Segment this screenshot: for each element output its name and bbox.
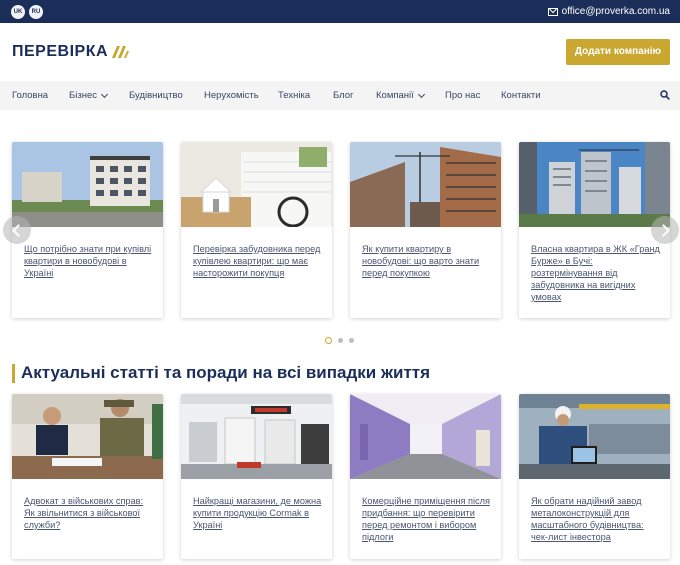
site-logo[interactable]: ПЕРЕВІРКА: [12, 43, 130, 61]
email-link[interactable]: office@proverka.com.ua: [547, 5, 670, 19]
slider-dot[interactable]: [325, 337, 332, 344]
slider-pagination: [325, 337, 354, 344]
nav-item-construction[interactable]: Будівництво: [129, 81, 183, 110]
article-image: [350, 394, 501, 479]
slider-card[interactable]: Як купити квартиру в новобудові: що варт…: [350, 142, 501, 318]
search-icon[interactable]: [660, 90, 670, 100]
nav-item-home[interactable]: Головна: [12, 81, 48, 110]
article-card[interactable]: Комерційне приміщення після придбання: щ…: [350, 394, 501, 559]
article-title[interactable]: Як обрати надійний завод металоконструкц…: [531, 495, 662, 543]
article-card[interactable]: Найкращі магазини, де можна купити проду…: [181, 394, 332, 559]
article-image: [519, 142, 670, 227]
nav-item-machinery[interactable]: Техніка: [278, 81, 310, 110]
nav-item-contacts[interactable]: Контакти: [501, 81, 541, 110]
article-title[interactable]: Найкращі магазини, де можна купити проду…: [193, 495, 324, 531]
nav-label: Компанії: [376, 90, 414, 101]
nav-label: Техніка: [278, 90, 311, 101]
top-bar: UK RU office@proverka.com.ua: [0, 0, 680, 23]
article-card[interactable]: Як обрати надійний завод металоконструкц…: [519, 394, 670, 559]
language-ru-button[interactable]: RU: [29, 5, 43, 19]
slider-prev-button[interactable]: [3, 216, 31, 244]
slider-card[interactable]: Що потрібно знати при купівлі квартири в…: [12, 142, 163, 318]
slider-card[interactable]: Перевірка забудовника перед купівлею ква…: [181, 142, 332, 318]
article-image: [519, 394, 670, 479]
slider-dot[interactable]: [338, 338, 343, 343]
article-image: [181, 394, 332, 479]
article-title[interactable]: Власна квартира в ЖК «Гранд Бурже» в Буч…: [531, 243, 662, 303]
heading-accent-bar: [12, 363, 15, 383]
article-card[interactable]: Адвокат з військових справ: Як звільнити…: [12, 394, 163, 559]
article-image: [12, 394, 163, 479]
language-uk-button[interactable]: UK: [11, 5, 25, 19]
chevron-down-icon: [100, 90, 109, 98]
add-company-button[interactable]: Додати компанію: [566, 39, 670, 65]
section-title: Актуальні статті та поради на всі випадк…: [21, 363, 431, 382]
logo-text: ПЕРЕВІРКА: [12, 43, 109, 60]
nav-item-blog[interactable]: Блог: [333, 81, 354, 110]
nav-label: Контакти: [501, 90, 541, 101]
slider-dot[interactable]: [349, 338, 354, 343]
article-title[interactable]: Як купити квартиру в новобудові: що варт…: [362, 243, 493, 279]
slider-card[interactable]: Власна квартира в ЖК «Гранд Бурже» в Буч…: [519, 142, 670, 318]
nav-item-companies[interactable]: Компанії: [376, 81, 425, 110]
nav-item-about[interactable]: Про нас: [445, 81, 480, 110]
nav-item-real-estate[interactable]: Нерухомість: [204, 81, 259, 110]
article-image: [12, 142, 163, 227]
article-image: [181, 142, 332, 227]
chevron-down-icon: [417, 90, 425, 98]
article-title[interactable]: Перевірка забудовника перед купівлею ква…: [193, 243, 324, 279]
nav-label: Головна: [12, 90, 49, 101]
email-text: office@proverka.com.ua: [561, 6, 670, 17]
logo-mark-icon: [112, 46, 130, 58]
site-header: ПЕРЕВІРКА Додати компанію: [0, 23, 680, 81]
nav-label: Блог: [333, 90, 354, 101]
main-nav: Головна Бізнес Будівництво Нерухомість Т…: [0, 81, 680, 110]
nav-item-business[interactable]: Бізнес: [69, 81, 109, 110]
section-heading: Актуальні статті та поради на всі випадк…: [12, 362, 430, 384]
article-image: [350, 142, 501, 227]
article-title[interactable]: Адвокат з військових справ: Як звільнити…: [24, 495, 155, 531]
nav-label: Нерухомість: [204, 90, 259, 101]
nav-label: Будівництво: [129, 90, 183, 101]
nav-label: Бізнес: [69, 90, 97, 101]
slider-next-button[interactable]: [651, 216, 679, 244]
mail-icon: [547, 8, 558, 16]
nav-label: Про нас: [445, 90, 481, 101]
article-title[interactable]: Що потрібно знати при купівлі квартири в…: [24, 243, 155, 279]
article-title[interactable]: Комерційне приміщення після придбання: щ…: [362, 495, 493, 543]
